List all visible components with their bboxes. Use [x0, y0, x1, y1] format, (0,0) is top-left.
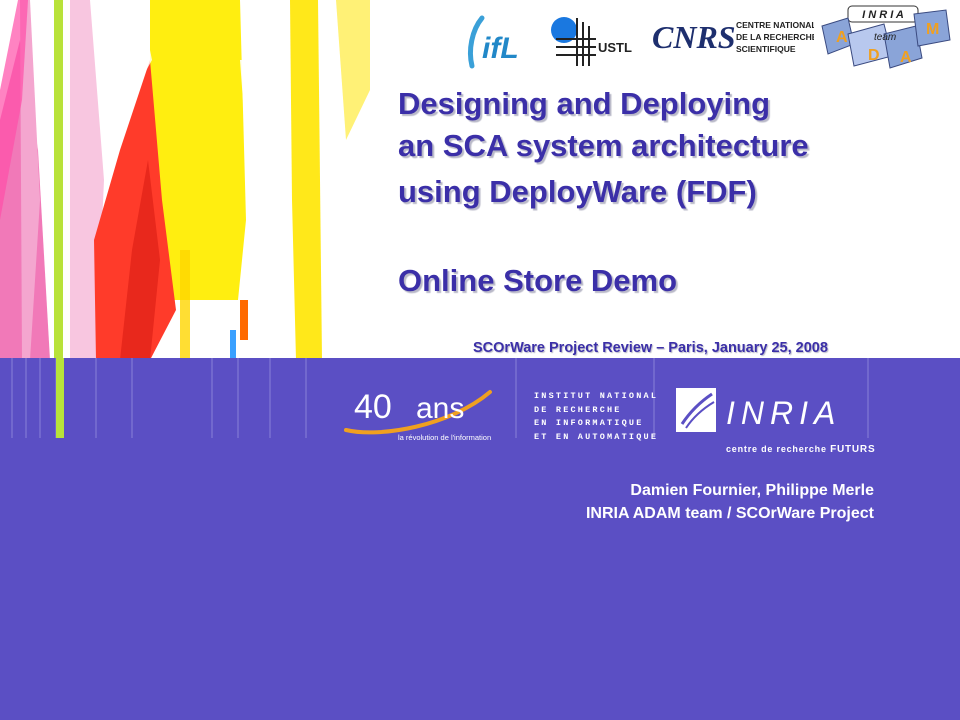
- authors: Damien Fournier, Philippe Merle: [630, 482, 874, 499]
- cnrs-line-3: SCIENTIFIQUE: [736, 44, 796, 54]
- cnrs-logo-mark: CNRS: [652, 19, 736, 55]
- ifl-logo: ifL: [464, 10, 536, 72]
- adam-letter-4: M: [926, 21, 939, 38]
- cnrs-line-2: DE LA RECHERCHE: [736, 32, 814, 42]
- ifl-logo-text: ifL: [482, 32, 519, 65]
- inria-tagline-suffix: FUTURS: [830, 444, 876, 455]
- institute-name: INSTITUT NATIONAL DE RECHERCHE EN INFORM…: [534, 390, 658, 444]
- title-line-2: an SCA system architecture: [398, 128, 809, 163]
- event-caption: SCOrWare Project Review – Paris, January…: [473, 340, 828, 356]
- 40-ans-logo: 40 ans la révolution de l'information: [340, 378, 500, 444]
- institute-line-1: INSTITUT NATIONAL: [534, 391, 659, 401]
- inria-wordmark: INRIA: [726, 395, 841, 431]
- 40-ans-icon: 40 ans la révolution de l'information: [344, 388, 492, 442]
- subtitle: Online Store Demo: [398, 263, 678, 298]
- adam-letter-1: A: [836, 29, 848, 46]
- affiliation: INRIA ADAM team / SCOrWare Project: [585, 505, 874, 522]
- 40-ans-caption: la révolution de l'information: [398, 433, 491, 442]
- cnrs-logo-icon: CNRS CENTRE NATIONAL DE LA RECHERCHE SCI…: [652, 19, 818, 55]
- ustl-logo: USTL: [548, 12, 640, 70]
- abstract-color-strokes: [0, 0, 380, 360]
- cnrs-line-1: CENTRE NATIONAL: [736, 20, 814, 30]
- adam-team-word: team: [874, 32, 896, 43]
- slide: ifL USTL CNRS CENTRE NATIONAL DE LA RECH…: [0, 0, 960, 720]
- inria-logo-icon: INRIA: [676, 388, 841, 432]
- title-line-1: Designing and Deploying: [398, 86, 771, 121]
- adam-header: I N R I A: [862, 9, 904, 21]
- cnrs-logo: CNRS CENTRE NATIONAL DE LA RECHERCHE SCI…: [650, 8, 818, 66]
- institute-line-2: DE RECHERCHE: [534, 404, 622, 415]
- 40-ans-number: 40: [354, 388, 392, 426]
- ustl-logo-icon: USTL: [551, 17, 632, 66]
- ifl-logo-icon: ifL: [467, 15, 519, 69]
- title-line-3: using DeployWare (FDF): [398, 174, 757, 209]
- adam-letter-2: D: [868, 47, 880, 64]
- adam-letter-3: A: [900, 49, 912, 66]
- inria-tagline-prefix: centre de recherche: [726, 444, 827, 454]
- institute-line-4: ET EN AUTOMATIQUE: [534, 431, 659, 442]
- 40-ans-word: ans: [416, 392, 464, 425]
- decorative-artwork: [0, 0, 380, 360]
- institute-line-3: EN INFORMATIQUE: [534, 418, 644, 428]
- adam-puzzle-icon: I N R I A A D A M team: [821, 5, 951, 69]
- ustl-logo-text: USTL: [598, 40, 632, 55]
- inria-tagline: centre de recherche FUTURS: [726, 444, 875, 455]
- adam-team-logo: I N R I A A D A M team: [818, 4, 952, 76]
